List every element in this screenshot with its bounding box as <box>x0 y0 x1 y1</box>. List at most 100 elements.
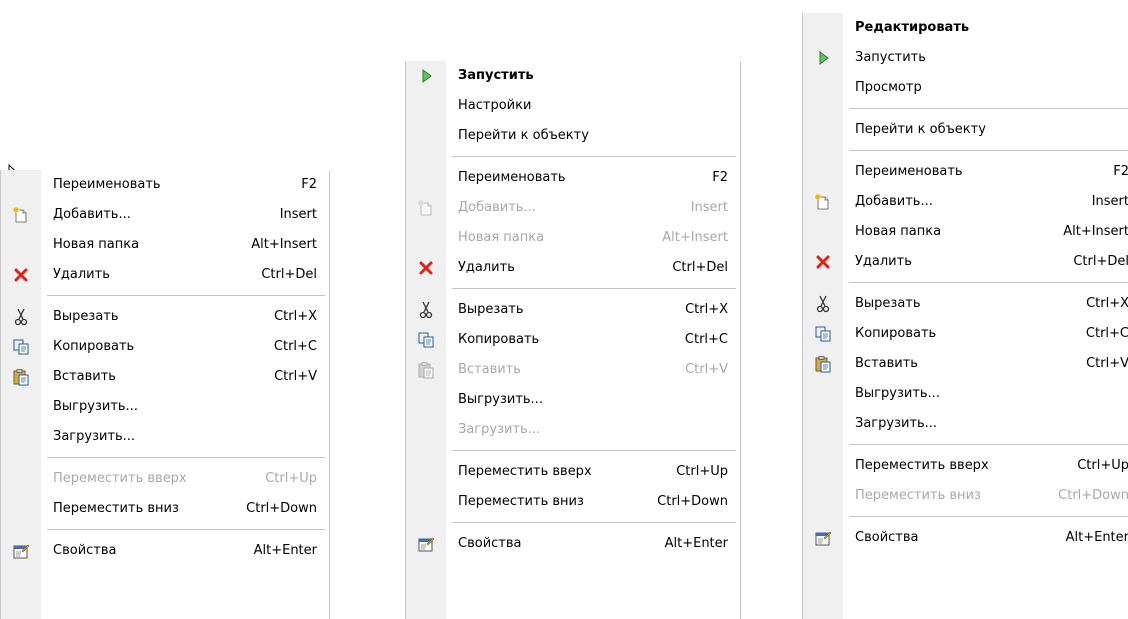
menu-items: Редактировать Запустить Просмотр Перейти к… <box>803 13 1128 553</box>
menu-item-move-up[interactable]: Переместить вверх Ctrl+Up <box>803 451 1128 481</box>
icon-slot <box>803 217 843 247</box>
menu-item-settings[interactable]: Настройки <box>406 91 740 121</box>
menu-item-rename[interactable]: Переименовать F2 <box>803 157 1128 187</box>
menu-item-label: Редактировать <box>855 20 970 35</box>
menu-item-label: Переместить вниз <box>458 494 584 509</box>
cut-icon <box>406 295 446 325</box>
properties-icon <box>406 529 446 559</box>
icon-slot <box>406 457 446 487</box>
menu-separator <box>1 290 329 302</box>
menu-separator <box>406 151 740 163</box>
menu-item-label: Копировать <box>855 326 937 341</box>
menu-item-label: Добавить... <box>458 200 536 215</box>
menu-item-label: Новая папка <box>458 230 545 245</box>
menu-item-run[interactable]: Запустить <box>406 61 740 91</box>
menu-item-label: Выгрузить... <box>458 392 543 407</box>
menu-separator <box>406 283 740 295</box>
menu-item-copy[interactable]: Копировать Ctrl+C <box>1 332 329 362</box>
menu-item-edit[interactable]: Редактировать <box>803 13 1128 43</box>
menu-item-add: Добавить... Insert <box>406 193 740 223</box>
menu-item-shortcut: Ctrl+Del <box>1073 254 1128 269</box>
menu-item-shortcut: Ctrl+Del <box>672 260 728 275</box>
menu-separator <box>803 439 1128 451</box>
menu-separator <box>1 524 329 536</box>
cut-icon <box>803 289 843 319</box>
menu-item-label: Выгрузить... <box>53 399 138 414</box>
menu-item-label: Новая папка <box>53 237 140 252</box>
menu-item-go-to-object[interactable]: Перейти к объекту <box>803 115 1128 145</box>
menu-item-rename[interactable]: Переименовать F2 <box>1 170 329 200</box>
menu-item-move-down[interactable]: Переместить вниз Ctrl+Down <box>406 487 740 517</box>
copy-icon <box>406 325 446 355</box>
menu-item-export[interactable]: Выгрузить... <box>803 379 1128 409</box>
paste-icon <box>406 355 446 385</box>
menu-item-shortcut: Insert <box>1091 194 1128 209</box>
menu-item-move-up: Переместить вверх Ctrl+Up <box>1 464 329 494</box>
menu-item-add[interactable]: Добавить... Insert <box>1 200 329 230</box>
menu-item-move-up[interactable]: Переместить вверх Ctrl+Up <box>406 457 740 487</box>
menu-item-new-folder: Новая папка Alt+Insert <box>406 223 740 253</box>
icon-slot <box>803 451 843 481</box>
menu-item-delete[interactable]: Удалить Ctrl+Del <box>803 247 1128 277</box>
menu-item-shortcut: Ctrl+X <box>274 309 317 324</box>
run-icon <box>803 43 843 73</box>
menu-item-cut[interactable]: Вырезать Ctrl+X <box>1 302 329 332</box>
menu-separator <box>1 452 329 464</box>
menu-item-label: Вставить <box>458 362 521 377</box>
icon-slot <box>406 223 446 253</box>
menu-item-label: Просмотр <box>855 80 922 95</box>
menu-item-label: Вставить <box>53 369 116 384</box>
menu-item-paste[interactable]: Вставить Ctrl+V <box>803 349 1128 379</box>
menu-item-add[interactable]: Добавить... Insert <box>803 187 1128 217</box>
menu-separator <box>406 517 740 529</box>
menu-item-label: Вырезать <box>53 309 119 324</box>
menu-items: Переименовать F2 Добавить... Insert Новая п… <box>1 170 329 566</box>
menu-item-move-down[interactable]: Переместить вниз Ctrl+Down <box>1 494 329 524</box>
menu-item-label: Перейти к объекту <box>855 122 986 137</box>
menu-item-properties[interactable]: Свойства Alt+Enter <box>1 536 329 566</box>
menu-item-label: Удалить <box>855 254 912 269</box>
menu-item-go-to-object[interactable]: Перейти к объекту <box>406 121 740 151</box>
menu-item-cut[interactable]: Вырезать Ctrl+X <box>803 289 1128 319</box>
menu-item-copy[interactable]: Копировать Ctrl+C <box>803 319 1128 349</box>
menu-item-run[interactable]: Запустить <box>803 43 1128 73</box>
menu-item-label: Свойства <box>855 530 919 545</box>
menu-item-cut[interactable]: Вырезать Ctrl+X <box>406 295 740 325</box>
menu-item-view[interactable]: Просмотр <box>803 73 1128 103</box>
menu-item-import[interactable]: Загрузить... <box>1 422 329 452</box>
menu-item-shortcut: Ctrl+Del <box>261 267 317 282</box>
menu-item-new-folder[interactable]: Новая папка Alt+Insert <box>1 230 329 260</box>
menu-item-label: Удалить <box>458 260 515 275</box>
new-item-icon <box>803 187 843 217</box>
menu-item-shortcut: Ctrl+C <box>273 339 317 354</box>
menu-item-delete[interactable]: Удалить Ctrl+Del <box>406 253 740 283</box>
menu-item-shortcut: Alt+Insert <box>251 237 317 252</box>
menu-item-properties[interactable]: Свойства Alt+Enter <box>406 529 740 559</box>
paste-icon <box>1 362 41 392</box>
menu-item-shortcut: Ctrl+Up <box>1077 458 1128 473</box>
menu-item-copy[interactable]: Копировать Ctrl+C <box>406 325 740 355</box>
menu-item-export[interactable]: Выгрузить... <box>406 385 740 415</box>
menu-item-delete[interactable]: Удалить Ctrl+Del <box>1 260 329 290</box>
icon-slot <box>803 115 843 145</box>
menu-item-export[interactable]: Выгрузить... <box>1 392 329 422</box>
icon-slot <box>406 163 446 193</box>
menu-item-properties[interactable]: Свойства Alt+Enter <box>803 523 1128 553</box>
menu-item-label: Переименовать <box>855 164 963 179</box>
menu-item-rename[interactable]: Переименовать F2 <box>406 163 740 193</box>
menu-item-label: Копировать <box>458 332 540 347</box>
menu-item-label: Переместить вниз <box>53 501 179 516</box>
menu-item-label: Переместить вниз <box>855 488 981 503</box>
menu-item-import[interactable]: Загрузить... <box>803 409 1128 439</box>
menu-separator <box>406 445 740 457</box>
menu-item-shortcut: Alt+Insert <box>662 230 728 245</box>
delete-icon <box>406 253 446 283</box>
paste-icon <box>803 349 843 379</box>
menu-item-label: Переместить вверх <box>855 458 989 473</box>
icon-slot <box>1 464 41 494</box>
properties-icon <box>803 523 843 553</box>
menu-item-paste[interactable]: Вставить Ctrl+V <box>1 362 329 392</box>
properties-icon <box>1 536 41 566</box>
menu-item-shortcut: F2 <box>712 170 728 185</box>
menu-item-new-folder[interactable]: Новая папка Alt+Insert <box>803 217 1128 247</box>
